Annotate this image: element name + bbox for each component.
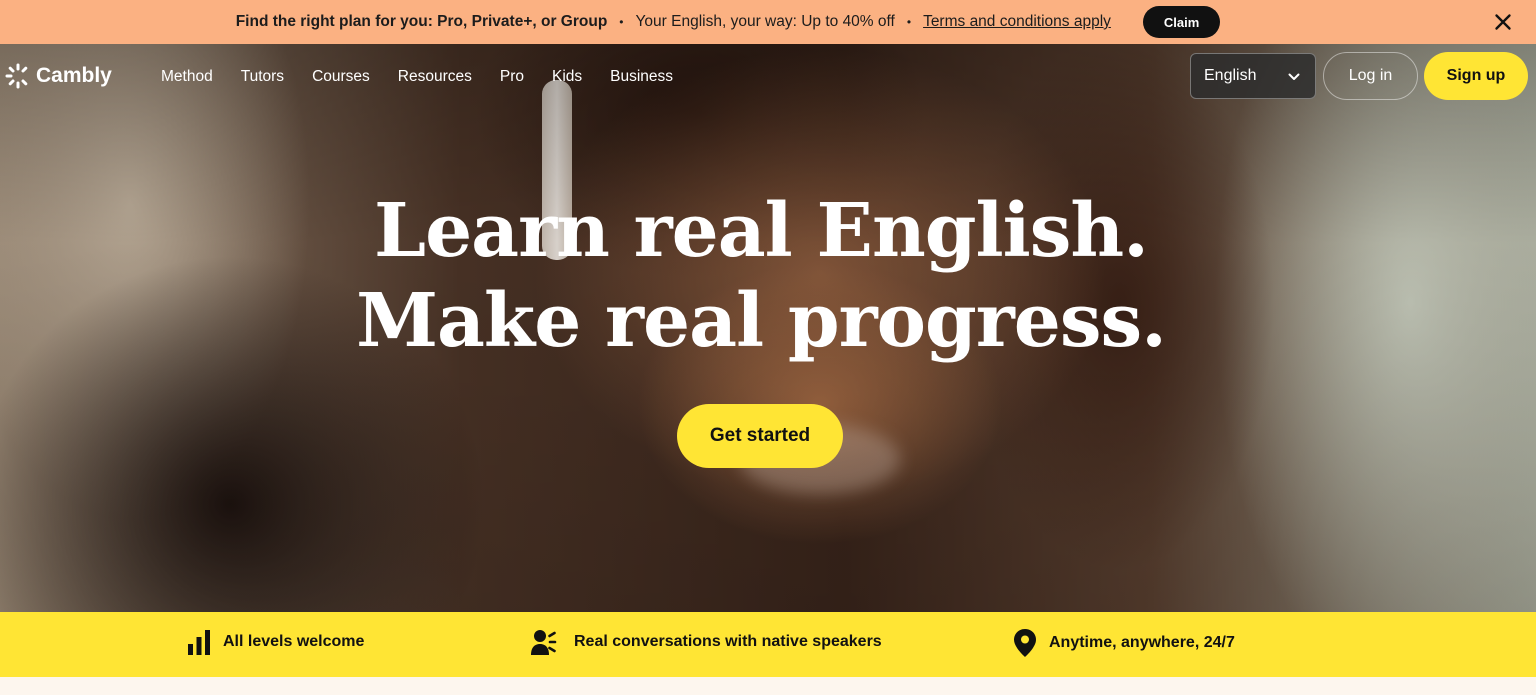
close-icon[interactable] bbox=[1490, 9, 1516, 35]
top-nav: Cambly Method Tutors Courses Resources P… bbox=[0, 44, 1536, 112]
nav-link-business[interactable]: Business bbox=[610, 68, 673, 86]
feature-item: All levels welcome bbox=[187, 628, 364, 656]
nav-link-method[interactable]: Method bbox=[161, 68, 213, 86]
promo-headline: Find the right plan for you: Pro, Privat… bbox=[235, 13, 608, 30]
nav-link-pro[interactable]: Pro bbox=[500, 68, 524, 86]
feature-item: Anytime, anywhere, 24/7 bbox=[1013, 628, 1235, 658]
claim-button[interactable]: Claim bbox=[1142, 6, 1221, 38]
hero-headline: Learn real English. Make real progress. bbox=[0, 186, 1522, 366]
cambly-logo-icon bbox=[5, 63, 28, 89]
feature-label: All levels welcome bbox=[223, 633, 365, 650]
feature-item: Real conversations with native speakers bbox=[531, 628, 882, 656]
nav-link-courses[interactable]: Courses bbox=[312, 68, 370, 86]
login-button[interactable]: Log in bbox=[1323, 52, 1418, 100]
terms-link[interactable]: Terms and conditions apply bbox=[923, 13, 1111, 31]
features-strip: All levels welcome Real conversations wi… bbox=[0, 612, 1536, 677]
nav-link-tutors[interactable]: Tutors bbox=[241, 68, 284, 86]
nav-links: Method Tutors Courses Resources Pro Kids… bbox=[161, 68, 673, 86]
separator-dot: • bbox=[906, 15, 912, 29]
brand-name: Cambly bbox=[36, 64, 112, 87]
promo-banner: Find the right plan for you: Pro, Privat… bbox=[0, 0, 1536, 44]
bar-chart-icon bbox=[188, 630, 210, 655]
get-started-button[interactable]: Get started bbox=[677, 404, 843, 468]
promo-offer: Your English, your way: Up to 40% off bbox=[635, 13, 895, 30]
feature-label: Anytime, anywhere, 24/7 bbox=[1049, 634, 1235, 651]
hero-headline-line2: Make real progress. bbox=[356, 278, 1167, 364]
nav-link-kids[interactable]: Kids bbox=[552, 68, 582, 86]
feature-label: Real conversations with native speakers bbox=[574, 633, 882, 650]
language-value: English bbox=[1204, 67, 1257, 84]
hero-headline-line1: Learn real English. bbox=[374, 188, 1149, 274]
chevron-down-icon bbox=[1288, 73, 1300, 80]
language-select[interactable]: English bbox=[1190, 53, 1316, 99]
page-content-start bbox=[0, 677, 1536, 695]
map-pin-icon bbox=[1014, 629, 1036, 657]
nav-link-resources[interactable]: Resources bbox=[398, 68, 472, 86]
separator-dot: • bbox=[619, 15, 624, 29]
speaking-person-icon bbox=[531, 630, 557, 655]
cambly-logo[interactable]: Cambly bbox=[4, 62, 112, 90]
signup-button[interactable]: Sign up bbox=[1424, 52, 1528, 100]
